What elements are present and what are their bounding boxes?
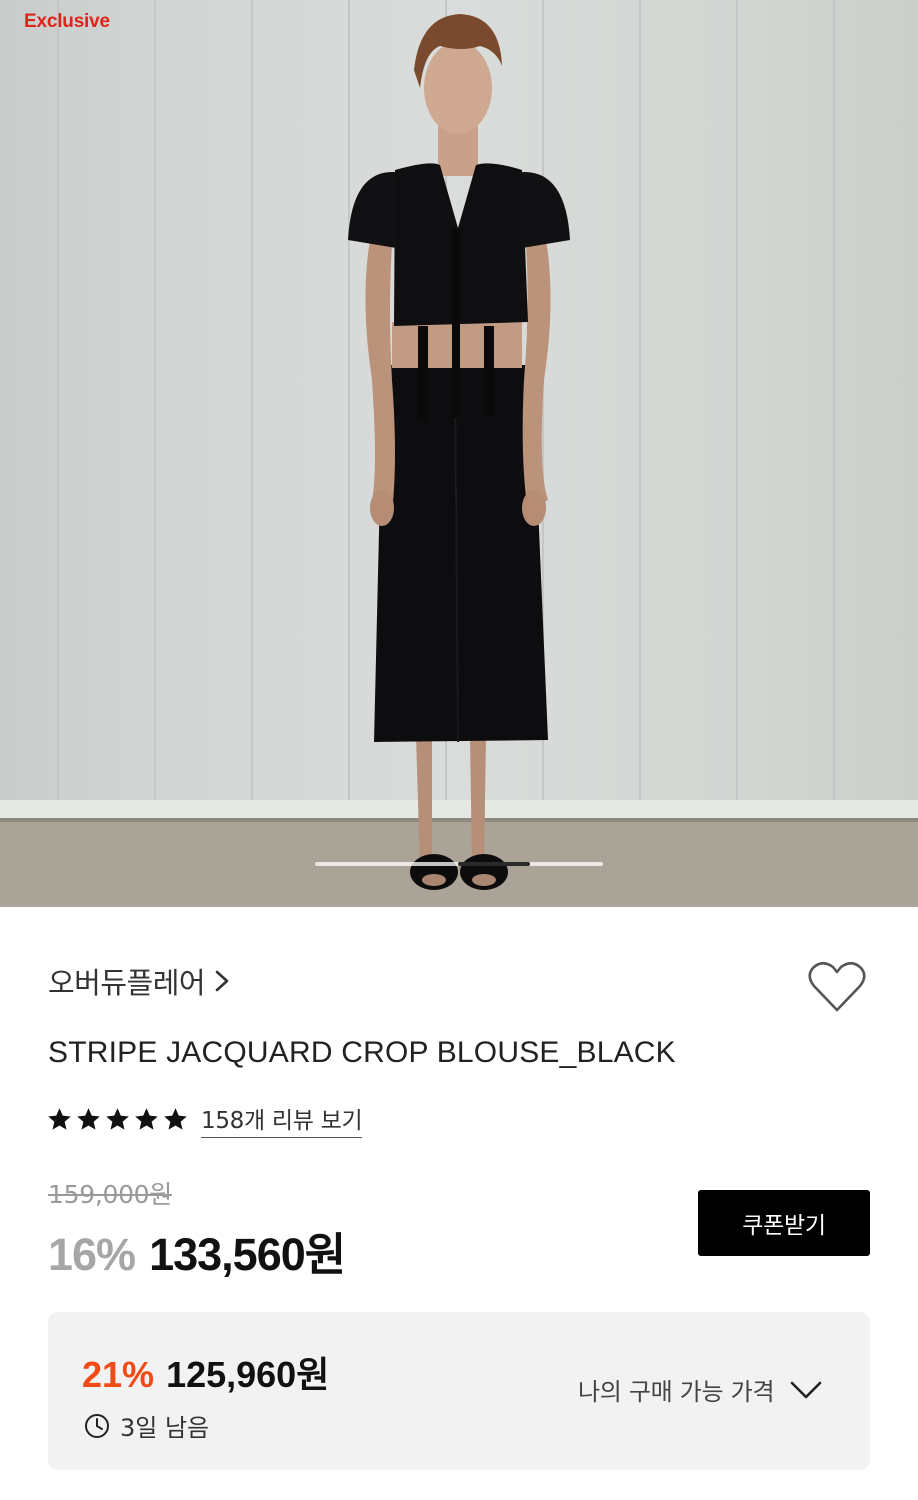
original-price: 159,000원 bbox=[48, 1180, 172, 1209]
chevron-down-icon bbox=[790, 1381, 822, 1398]
best-price-box: 21% 125,960원 3일 남음 나의 구매 가능 가격 bbox=[48, 1312, 870, 1470]
review-link[interactable]: 158개 리뷰 보기 bbox=[201, 1101, 363, 1138]
star-icon bbox=[106, 1108, 129, 1130]
best-discount-rate: 21% bbox=[82, 1354, 155, 1395]
carousel-indicator bbox=[315, 862, 603, 866]
time-left-row: 3일 남음 bbox=[84, 1408, 209, 1443]
brand-link[interactable]: 오버듀플레어 bbox=[48, 960, 233, 1002]
carousel-indicator-thumb bbox=[458, 862, 530, 866]
chevron-right-icon bbox=[215, 970, 229, 992]
rating-row: 158개 리뷰 보기 bbox=[46, 1101, 363, 1138]
best-price: 125,960원 bbox=[166, 1354, 330, 1395]
product-title: STRIPE JACQUARD CROP BLOUSE_BLACK bbox=[48, 1036, 676, 1069]
exclusive-badge: Exclusive bbox=[24, 11, 110, 32]
brand-name: 오버듀플레어 bbox=[48, 966, 206, 1000]
clock-icon bbox=[85, 1413, 109, 1438]
model-photo bbox=[0, 0, 918, 907]
star-icon bbox=[135, 1108, 158, 1130]
star-icon bbox=[77, 1108, 100, 1130]
sale-price: 133,560원 bbox=[149, 1229, 346, 1280]
star-icon bbox=[48, 1108, 71, 1130]
coupon-button[interactable]: 쿠폰받기 bbox=[698, 1190, 870, 1256]
heart-outline-icon[interactable] bbox=[806, 958, 868, 1016]
time-left: 3일 남음 bbox=[120, 1414, 210, 1442]
my-price-toggle[interactable]: 나의 구매 가능 가격 bbox=[578, 1372, 824, 1407]
product-image-carousel[interactable]: Exclusive bbox=[0, 0, 918, 907]
rating-stars bbox=[46, 1106, 189, 1133]
price-row: 16% 133,560원 bbox=[48, 1218, 346, 1283]
star-icon bbox=[164, 1108, 187, 1130]
best-price-row: 21% 125,960원 bbox=[82, 1346, 329, 1398]
my-price-label: 나의 구매 가능 가격 bbox=[578, 1378, 775, 1406]
discount-rate: 16% bbox=[48, 1229, 136, 1280]
